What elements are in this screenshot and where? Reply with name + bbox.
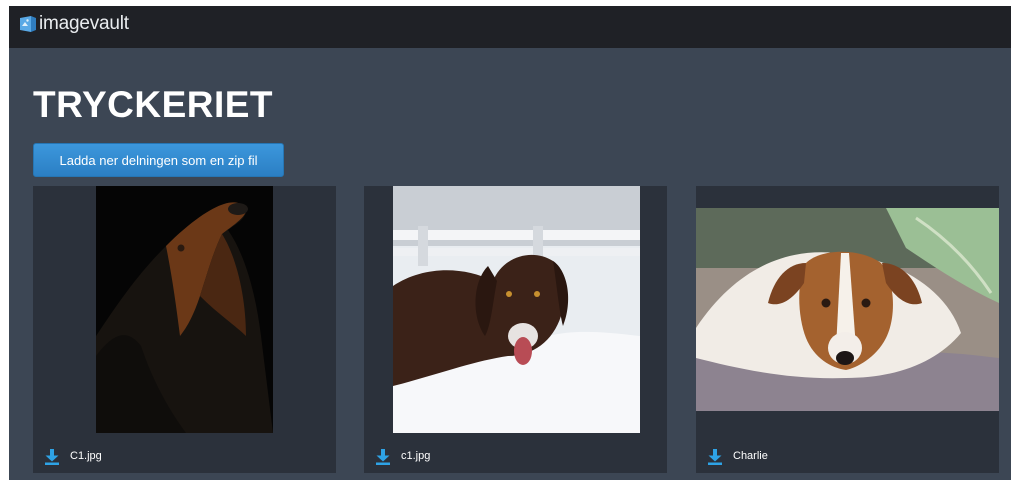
download-icon[interactable] [707, 448, 723, 465]
file-name[interactable]: C1.jpg [70, 450, 102, 462]
download-icon[interactable] [375, 448, 391, 465]
app-window: imagevault TRYCKERIET Ladda ner delninge… [9, 6, 1011, 480]
gallery-card: C1.jpg [33, 186, 336, 473]
page-title: TRYCKERIET [33, 84, 274, 125]
brand-name: imagevault [39, 13, 129, 34]
brand-logo[interactable]: imagevault [19, 12, 129, 36]
file-name[interactable]: c1.jpg [401, 450, 430, 462]
gallery-image-terrier-on-rug[interactable] [696, 208, 999, 411]
gallery-card: Charlie [696, 186, 999, 473]
download-icon[interactable] [44, 448, 60, 465]
card-footer: Charlie [696, 443, 999, 473]
gallery-image-spaniel-in-snow[interactable] [393, 186, 640, 433]
gallery-card: c1.jpg [364, 186, 667, 473]
download-zip-button[interactable]: Ladda ner delningen som en zip fil [33, 143, 284, 177]
top-navigation-bar: imagevault [9, 6, 1011, 48]
imagevault-logo-icon [20, 16, 36, 32]
card-footer: C1.jpg [33, 443, 336, 473]
gallery-image-dog-portrait[interactable] [96, 186, 273, 433]
card-footer: c1.jpg [364, 443, 667, 473]
file-name[interactable]: Charlie [733, 450, 768, 462]
